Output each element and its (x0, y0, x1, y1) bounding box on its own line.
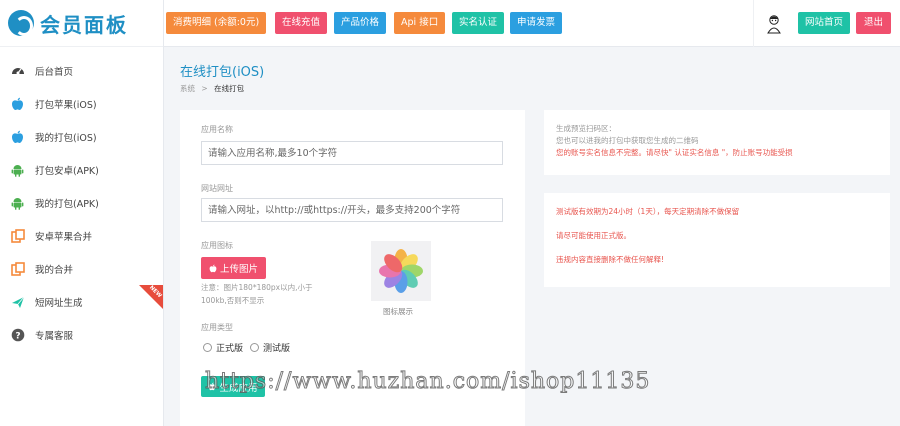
sidebar-item-label: 短网址生成 (35, 297, 83, 309)
sidebar-item-label: 我的打包(APK) (35, 198, 99, 210)
radio-release[interactable] (203, 343, 212, 352)
apple-icon (209, 382, 216, 391)
sidebar-item-dashboard[interactable]: 后台首页 (0, 54, 163, 87)
svg-text:?: ? (15, 331, 20, 341)
icon-label: 应用图标 (201, 241, 233, 250)
preview-panel: 生成预览扫码区： 您也可以进我的打包中获取您生成的二维码 您的账号实名信息不完整… (544, 110, 890, 175)
url-label: 网站网址 (201, 184, 233, 193)
sidebar-item-short-url[interactable]: 短网址生成 NEW (0, 285, 163, 318)
recharge-button[interactable]: 在线充值 (275, 12, 328, 34)
apple-icon (209, 264, 217, 272)
notice-line: 违规内容直接删除不做任何解释! (556, 255, 665, 264)
apple-icon (10, 129, 25, 144)
radio-test-label[interactable]: 测试版 (263, 341, 290, 354)
sidebar: 会员面板 后台首页 打包苹果(iOS) 我的打包(iOS) 打包安卓(APK) (0, 0, 164, 426)
preview-panel-title: 生成预览扫码区： (556, 124, 616, 133)
app-type-label: 应用类型 (201, 323, 233, 332)
sidebar-nav: 后台首页 打包苹果(iOS) 我的打包(iOS) 打包安卓(APK) 我的打包(… (0, 47, 163, 351)
api-button[interactable]: Api 接口 (394, 12, 446, 34)
topbar: 消费明细 (余额:0元) 在线充值 产品价格 Api 接口 实名认证 申请发票 … (164, 0, 900, 47)
sidebar-item-label: 打包安卓(APK) (35, 165, 99, 177)
upload-label: 上传图片 (219, 264, 258, 275)
copy-icon (10, 228, 25, 243)
logo-icon (8, 10, 34, 36)
photos-flower-icon (379, 249, 423, 293)
radio-release-label[interactable]: 正式版 (216, 341, 243, 354)
logo[interactable]: 会员面板 (0, 0, 163, 47)
breadcrumb-current: 在线打包 (214, 84, 245, 93)
avatar[interactable] (753, 0, 793, 47)
sidebar-item-support[interactable]: ? 专属客服 (0, 318, 163, 351)
sidebar-item-label: 后台首页 (35, 66, 74, 78)
logo-text: 会员面板 (40, 12, 128, 37)
sidebar-item-label: 专属客服 (35, 330, 74, 342)
upload-note: 注意：图片180*180px以内,小于100kb,否则不显示 (201, 283, 313, 305)
question-icon: ? (10, 327, 25, 342)
generate-app-label: 生成应用 (219, 382, 258, 394)
copy-icon (10, 261, 25, 276)
preview-panel-line: 您也可以进我的打包中获取您生成的二维码 (556, 136, 699, 145)
chevron-right-icon: > (201, 84, 208, 93)
consumption-detail-button[interactable]: 消费明细 (余额:0元) (166, 12, 267, 34)
pack-form: 应用名称 网站网址 应用图标 上传图片 注意：图片180*180px以内,小于1… (180, 110, 525, 426)
sidebar-item-label: 安卓苹果合并 (35, 231, 93, 243)
android-icon (10, 195, 25, 210)
upload-image-button[interactable]: 上传图片 (201, 257, 266, 279)
dashboard-icon (10, 63, 25, 78)
real-name-warning[interactable]: 您的账号实名信息不完整。请尽快" 认证实名信息 "，防止账号功能受损 (556, 147, 878, 159)
notice-panel: 测试版有效期为24小时（1天），每天定期清除不做保留 请尽可能使用正式版。 违规… (544, 193, 890, 287)
apple-icon (10, 96, 25, 111)
sidebar-item-ios-pack[interactable]: 打包苹果(iOS) (0, 87, 163, 120)
android-icon (10, 162, 25, 177)
app-name-label: 应用名称 (201, 125, 233, 134)
notice-line: 请尽可能使用正式版。 (556, 231, 631, 240)
new-badge: NEW (139, 285, 163, 309)
breadcrumb: 系统 > 在线打包 (180, 83, 244, 94)
url-input[interactable] (201, 198, 503, 222)
app-name-input[interactable] (201, 141, 503, 165)
sidebar-item-merge[interactable]: 安卓苹果合并 (0, 219, 163, 252)
sidebar-item-my-ios[interactable]: 我的打包(iOS) (0, 120, 163, 153)
page-title: 在线打包(iOS) (180, 65, 265, 80)
sidebar-item-label: 我的合并 (35, 264, 74, 276)
plane-icon (10, 294, 25, 309)
site-home-button[interactable]: 网站首页 (798, 12, 851, 34)
generate-app-button[interactable]: 生成应用 (201, 376, 265, 397)
radio-test[interactable] (250, 343, 260, 352)
sidebar-item-apk-pack[interactable]: 打包安卓(APK) (0, 153, 163, 186)
sidebar-item-my-apk[interactable]: 我的打包(APK) (0, 186, 163, 219)
sidebar-item-label: 打包苹果(iOS) (35, 99, 97, 111)
sidebar-item-label: 我的打包(iOS) (35, 132, 97, 144)
preview-caption: 图标展示 (383, 307, 413, 316)
logout-button[interactable]: 退出 (856, 12, 892, 34)
sidebar-item-my-merge[interactable]: 我的合并 (0, 252, 163, 285)
breadcrumb-root[interactable]: 系统 (180, 84, 195, 93)
app-type-radio-group: 正式版 测试版 (203, 341, 290, 354)
invoice-button[interactable]: 申请发票 (510, 12, 563, 34)
icon-preview (371, 241, 431, 301)
pricing-button[interactable]: 产品价格 (334, 12, 387, 34)
avatar-icon (766, 14, 781, 33)
notice-line: 测试版有效期为24小时（1天），每天定期清除不做保留 (556, 207, 740, 216)
real-name-auth-button[interactable]: 实名认证 (452, 12, 505, 34)
